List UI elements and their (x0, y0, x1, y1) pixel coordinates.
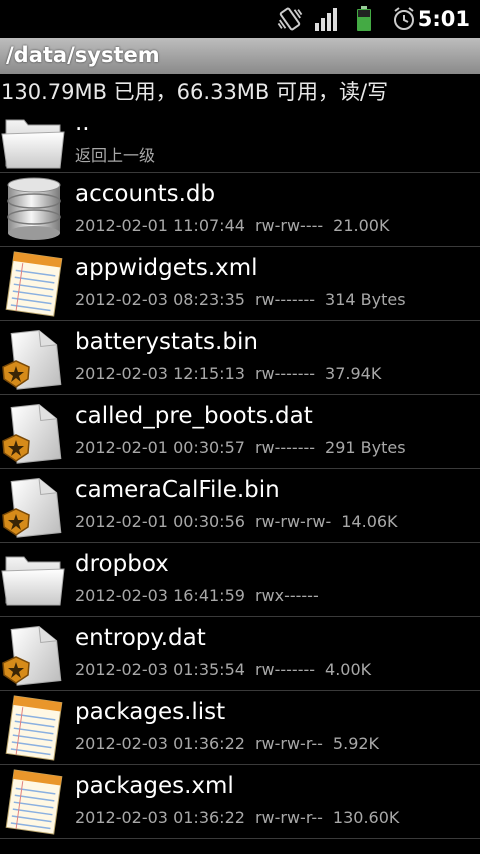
current-path: /data/system (6, 43, 160, 67)
file-name: .. (75, 110, 90, 136)
file-size: 4.00K (325, 660, 372, 679)
file-row[interactable]: packages.list 2012-02-03 01:36:22 rw-rw-r-… (0, 691, 480, 765)
alarm-icon (394, 7, 414, 30)
file-name: cameraCalFile.bin (75, 477, 280, 503)
status-bar: 5:01 (0, 0, 480, 38)
file-name: packages.list (75, 699, 226, 725)
file-perm: rwx------ (254, 586, 319, 605)
file-size: 314 Bytes (325, 290, 406, 309)
file-perm: rw------- (254, 290, 316, 309)
file-row[interactable]: packages.xml 2012-02-03 01:36:22 rw-rw-r--… (0, 765, 480, 839)
system-file-icon (0, 621, 68, 687)
file-date: 2012-02-03 16:41:59 (75, 586, 245, 605)
file-meta: 2012-02-03 01:36:22 rw-rw-r-- 130.60K (75, 808, 409, 827)
file-row[interactable]: dropbox 2012-02-03 16:41:59 rwx------ (0, 543, 480, 617)
file-date: 2012-02-01 00:30:57 (75, 438, 245, 457)
file-perm: rw------- (254, 364, 316, 383)
file-date: 2012-02-03 01:36:22 (75, 734, 245, 753)
parent-directory-row[interactable]: .. 返回上一级 (0, 106, 480, 173)
file-perm: rw-rw-r-- (254, 734, 323, 753)
file-perm: rw-rw-r-- (254, 808, 323, 827)
file-list[interactable]: .. 返回上一级 accounts.db 2012-02-01 11:07:44 rw… (0, 106, 480, 839)
file-perm: rw------- (254, 438, 316, 457)
file-perm: rw------- (254, 660, 316, 679)
system-file-icon (0, 473, 68, 539)
notepad-icon (0, 769, 68, 835)
file-date: 2012-02-03 01:36:22 (75, 808, 245, 827)
battery-icon (357, 6, 371, 31)
file-meta: 2012-02-03 12:15:13 rw------- 37.94K (75, 364, 391, 383)
clock: 5:01 (417, 7, 470, 31)
system-file-icon (0, 399, 68, 465)
file-row[interactable]: accounts.db 2012-02-01 11:07:44 rw-rw---- 2… (0, 173, 480, 247)
file-size: 14.06K (341, 512, 398, 531)
path-header: /data/system (0, 38, 480, 74)
file-date: 2012-02-03 01:35:54 (75, 660, 245, 679)
file-meta: 2012-02-03 16:41:59 rwx------ (75, 586, 339, 605)
file-date: 2012-02-03 12:15:13 (75, 364, 245, 383)
file-meta: 2012-02-03 01:35:54 rw------- 4.00K (75, 660, 381, 679)
notepad-icon (0, 251, 68, 317)
file-meta: 返回上一级 (75, 146, 156, 165)
file-meta: 2012-02-03 01:36:22 rw-rw-r-- 5.92K (75, 734, 389, 753)
file-meta: 2012-02-01 11:07:44 rw-rw---- 21.00K (75, 216, 399, 235)
file-name: packages.xml (75, 773, 234, 799)
file-size: 21.00K (333, 216, 390, 235)
file-meta: 2012-02-03 08:23:35 rw------- 314 Bytes (75, 290, 416, 309)
file-row[interactable]: appwidgets.xml 2012-02-03 08:23:35 rw-----… (0, 247, 480, 321)
vibrate-icon (277, 7, 303, 31)
file-name: batterystats.bin (75, 329, 258, 355)
file-size: 130.60K (332, 808, 400, 827)
file-size: 5.92K (332, 734, 380, 753)
database-icon (0, 177, 68, 243)
file-date: 2012-02-01 00:30:56 (75, 512, 245, 531)
file-perm: rw-rw-rw- (254, 512, 332, 531)
file-name: entropy.dat (75, 625, 206, 651)
file-date: 2012-02-01 11:07:44 (75, 216, 245, 235)
file-row[interactable]: cameraCalFile.bin 2012-02-01 00:30:56 rw-r… (0, 469, 480, 543)
system-file-icon (0, 325, 68, 391)
file-size: 291 Bytes (325, 438, 406, 457)
file-date: 2012-02-03 08:23:35 (75, 290, 245, 309)
file-row[interactable]: batterystats.bin 2012-02-03 12:15:13 rw---… (0, 321, 480, 395)
file-name: appwidgets.xml (75, 255, 258, 281)
signal-icon (315, 8, 337, 31)
file-perm: rw-rw---- (254, 216, 324, 235)
file-meta: 2012-02-01 00:30:56 rw-rw-rw- 14.06K (75, 512, 408, 531)
file-size: 37.94K (325, 364, 382, 383)
file-name: called_pre_boots.dat (75, 403, 313, 429)
file-name: accounts.db (75, 181, 216, 207)
file-meta: 2012-02-01 00:30:57 rw------- 291 Bytes (75, 438, 416, 457)
file-row[interactable]: entropy.dat 2012-02-03 01:35:54 rw------- 4… (0, 617, 480, 691)
file-name: dropbox (75, 551, 169, 577)
file-row[interactable]: called_pre_boots.dat 2012-02-01 00:30:57 r… (0, 395, 480, 469)
storage-info: 130.79MB 已用，66.33MB 可用，读/写 (1, 80, 389, 104)
folder-icon (0, 110, 68, 176)
notepad-icon (0, 695, 68, 761)
folder-icon (0, 547, 68, 613)
